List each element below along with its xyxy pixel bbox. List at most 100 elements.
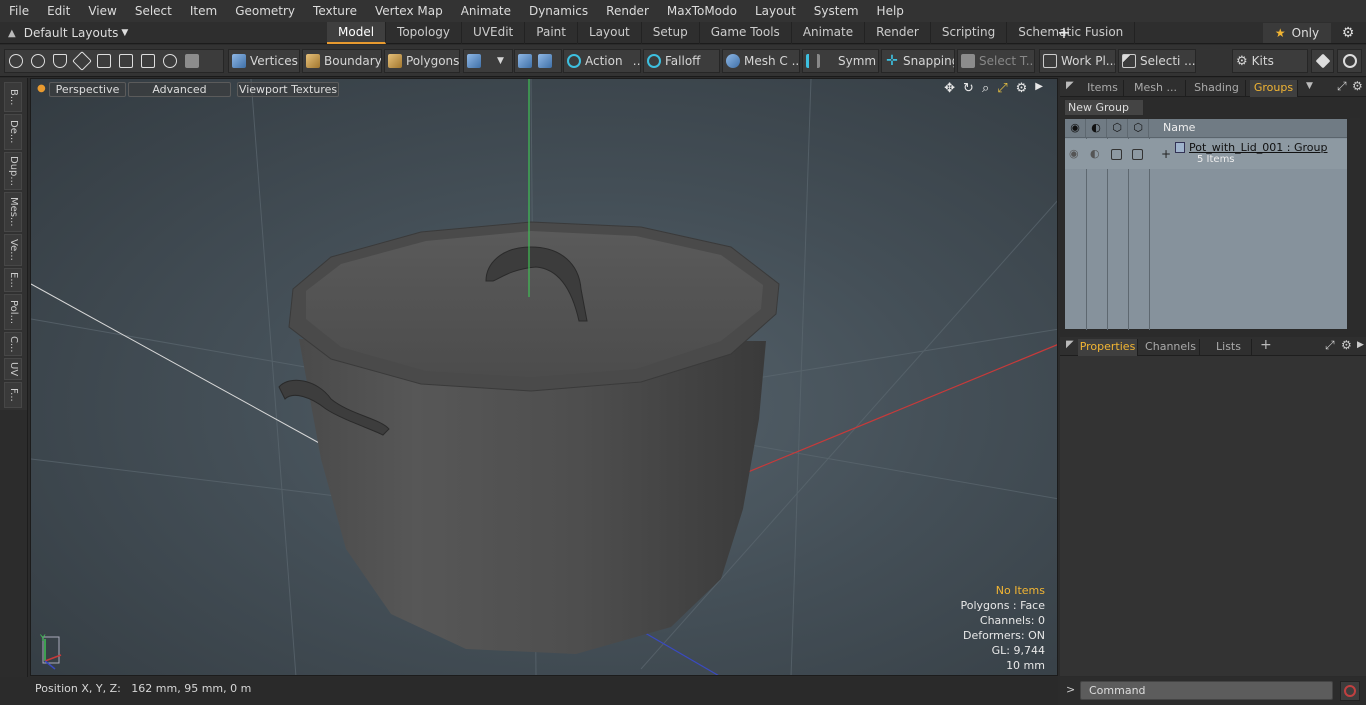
command-arrow-icon[interactable]: >	[1066, 683, 1075, 696]
brush-icon[interactable]	[72, 51, 92, 71]
left-tab-duplicate[interactable]: Dup...	[4, 152, 22, 190]
tab-lists[interactable]: Lists	[1206, 339, 1252, 356]
menu-view[interactable]: View	[79, 0, 125, 22]
menu-system[interactable]: System	[805, 0, 868, 22]
add-tab-icon[interactable]: +	[1057, 22, 1071, 44]
left-tab-curve[interactable]: C...	[4, 332, 22, 356]
move-icon[interactable]: ✥	[944, 81, 955, 96]
vertices-button[interactable]: Vertices	[228, 49, 300, 73]
groups-scrollbar[interactable]	[1350, 118, 1360, 330]
eye-column-icon[interactable]: ◉	[1065, 119, 1086, 137]
work-plane-button[interactable]: Work Pl...	[1039, 49, 1116, 73]
tab-layout[interactable]: Layout	[578, 22, 642, 44]
menu-file[interactable]: File	[0, 0, 38, 22]
tab-channels[interactable]: Channels	[1142, 339, 1200, 356]
stack-icon[interactable]	[97, 54, 111, 68]
tab-schematic-fusion[interactable]: Schematic Fusion	[1007, 22, 1136, 44]
command-input[interactable]: Command	[1080, 681, 1333, 700]
unity-button[interactable]	[1311, 49, 1334, 73]
mesh-constraint-button[interactable]: Mesh C ...	[722, 49, 800, 73]
menu-render[interactable]: Render	[597, 0, 658, 22]
tab-uvedit[interactable]: UVEdit	[462, 22, 526, 44]
tab-scripting[interactable]: Scripting	[931, 22, 1008, 44]
pen-icon[interactable]	[53, 54, 67, 68]
selection-sets-button[interactable]: Selecti ...	[1118, 49, 1196, 73]
zoom-icon[interactable]: ⌕	[982, 81, 989, 96]
left-tab-uv[interactable]: UV	[4, 358, 22, 380]
expand-icon[interactable]: ⤢	[1325, 338, 1335, 353]
add-panel-tab-icon[interactable]: +	[1260, 337, 1272, 353]
panel-menu-icon[interactable]: ◤	[1066, 339, 1074, 350]
kits-button[interactable]: ⚙ Kits	[1232, 49, 1308, 73]
left-tab-fusion[interactable]: F...	[4, 382, 22, 408]
tab-topology[interactable]: Topology	[386, 22, 463, 44]
falloff-button[interactable]: Falloff	[643, 49, 720, 73]
sphere-icon[interactable]	[518, 54, 532, 68]
group-row[interactable]: ◉ ◐ + Pot_with_Lid_001 : Group 5 Items	[1065, 139, 1347, 169]
gear-icon[interactable]: ⚙	[1338, 22, 1358, 44]
tab-mesh[interactable]: Mesh ...	[1126, 80, 1186, 97]
unreal-button[interactable]	[1337, 49, 1362, 73]
row-select-checkbox[interactable]	[1132, 149, 1143, 160]
only-button[interactable]: ★ Only	[1263, 23, 1331, 43]
square-circle-icon[interactable]	[141, 54, 155, 68]
name-column-header[interactable]: Name	[1163, 121, 1195, 134]
3d-viewport[interactable]: Y ● Perspective Advanced Viewport Textur…	[30, 78, 1058, 676]
globe-icon[interactable]	[31, 54, 45, 68]
menu-dynamics[interactable]: Dynamics	[520, 0, 597, 22]
left-tab-vertex[interactable]: Ve...	[4, 234, 22, 266]
advanced-button[interactable]: Advanced	[128, 82, 231, 97]
viewport-textures-button[interactable]: Viewport Textures	[237, 82, 339, 97]
menu-edit[interactable]: Edit	[38, 0, 79, 22]
up-arrow-icon[interactable]: ▲	[8, 28, 16, 39]
expand-icon[interactable]: ⤢	[1337, 79, 1347, 94]
menu-geometry[interactable]: Geometry	[226, 0, 304, 22]
tab-groups[interactable]: Groups	[1250, 80, 1298, 97]
menu-select[interactable]: Select	[126, 0, 181, 22]
tab-model[interactable]: Model	[327, 22, 387, 44]
select-column-icon[interactable]: ⬡	[1128, 119, 1149, 137]
left-tab-edge[interactable]: E...	[4, 268, 22, 292]
circle-icon[interactable]	[9, 54, 23, 68]
menu-animate[interactable]: Animate	[452, 0, 520, 22]
tab-items[interactable]: Items	[1082, 80, 1124, 97]
menu-layout[interactable]: Layout	[746, 0, 805, 22]
left-tab-basic[interactable]: B...	[4, 82, 22, 112]
new-group-button[interactable]: New Group	[1064, 99, 1144, 116]
cross-icon[interactable]	[119, 54, 133, 68]
row-eye-icon[interactable]: ◉	[1069, 147, 1079, 160]
left-tab-polygon[interactable]: Pol...	[4, 294, 22, 330]
shield-icon[interactable]	[185, 54, 199, 68]
render-column-icon[interactable]: ◐	[1086, 119, 1107, 137]
polygons-button[interactable]: Polygons	[384, 49, 460, 73]
tab-setup[interactable]: Setup	[642, 22, 700, 44]
layout-selector[interactable]: ▲ Default Layouts ▼	[8, 22, 128, 44]
tabs-dropdown-icon[interactable]: ▼	[1306, 81, 1313, 91]
tab-shading[interactable]: Shading	[1188, 80, 1246, 97]
tab-render[interactable]: Render	[865, 22, 931, 44]
menu-texture[interactable]: Texture	[304, 0, 366, 22]
viewport-menu-dot[interactable]: ●	[37, 83, 46, 94]
boundary-button[interactable]: Boundary	[302, 49, 382, 73]
tab-properties[interactable]: Properties	[1078, 339, 1138, 356]
tab-game-tools[interactable]: Game Tools	[700, 22, 792, 44]
pie-icon[interactable]	[163, 54, 177, 68]
item-mode-dropdown[interactable]: ▼	[463, 49, 513, 73]
action-center-button[interactable]: Action …	[563, 49, 641, 73]
record-button[interactable]	[1340, 681, 1360, 701]
row-lock-checkbox[interactable]	[1111, 149, 1122, 160]
panel-menu-icon[interactable]: ◤	[1066, 80, 1074, 91]
left-tab-deform[interactable]: De...	[4, 114, 22, 150]
menu-vertex-map[interactable]: Vertex Map	[366, 0, 452, 22]
expand-plus-icon[interactable]: +	[1161, 147, 1171, 161]
viewport-gear-icon[interactable]: ⚙	[1016, 81, 1028, 96]
row-render-icon[interactable]: ◐	[1090, 147, 1100, 160]
sphere-ball-icon[interactable]	[538, 54, 552, 68]
fit-icon[interactable]: ⤢	[997, 81, 1007, 96]
snapping-button[interactable]: ✛ Snapping	[881, 49, 955, 73]
play-icon[interactable]: ▶	[1035, 81, 1043, 96]
rotate-icon[interactable]: ↻	[963, 81, 974, 96]
tab-animate[interactable]: Animate	[792, 22, 866, 44]
symmetry-button[interactable]: Symm ...	[802, 49, 879, 73]
panel-gear-icon[interactable]: ⚙	[1352, 79, 1363, 93]
